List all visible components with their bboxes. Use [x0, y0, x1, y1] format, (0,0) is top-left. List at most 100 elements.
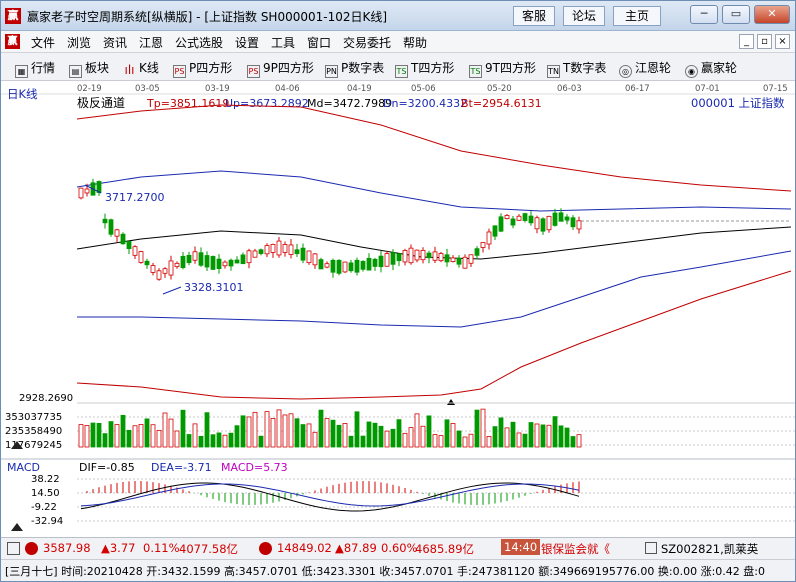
candle — [444, 254, 450, 263]
candle — [126, 240, 132, 250]
date-tick: 06-17 — [625, 84, 650, 94]
tool-winner-wheel-label: 赢家轮 — [701, 61, 738, 75]
menu-file[interactable]: 文件 — [31, 34, 55, 51]
volume-bar — [492, 426, 498, 448]
date-tick: 05-06 — [411, 84, 436, 94]
app-logo-icon: 赢 — [5, 8, 21, 24]
menu-settings[interactable]: 设置 — [235, 34, 259, 51]
chart-area[interactable]: 02-19 03-05 03-19 04-06 04-19 05-06 05-20 06-03… — [1, 81, 795, 537]
ps-icon: PS — [173, 65, 186, 78]
app-window: 赢 赢家老子时空周期系统[纵横版] - [上证指数 SH000001-102日K… — [0, 0, 796, 582]
mdi-restore-button[interactable]: ▫ — [757, 34, 772, 49]
volume-bar — [228, 432, 234, 448]
volume-bar — [108, 421, 114, 448]
tool-gann-wheel[interactable]: ◎ 江恩轮 — [619, 59, 671, 78]
candle — [522, 213, 528, 221]
volume-bar — [174, 430, 180, 448]
ts9-icon: TS — [469, 65, 482, 78]
sh-index-value: 3587.98 — [43, 541, 91, 555]
mdi-minimize-button[interactable]: _ — [739, 34, 754, 49]
tool-p-table[interactable]: PN P数字表 — [325, 59, 384, 78]
volume-bar — [270, 418, 276, 448]
minimize-button[interactable]: ─ — [690, 5, 718, 24]
candle — [384, 253, 390, 267]
title-bar[interactable]: 赢 赢家老子时空周期系统[纵横版] - [上证指数 SH000001-102日K… — [1, 1, 795, 31]
candle — [192, 251, 198, 261]
menu-bar: 赢 文件 浏览 资讯 江恩 公式选股 设置 工具 窗口 交易委托 帮助 _ ▫ … — [1, 31, 795, 53]
volume-bar — [84, 425, 90, 448]
volume-bar — [480, 408, 486, 448]
volume-bar — [258, 435, 264, 448]
menu-help[interactable]: 帮助 — [403, 34, 427, 51]
volume-bar — [564, 427, 570, 448]
candle — [366, 257, 372, 271]
bottom-price-label: 2928.2690 — [19, 393, 73, 404]
candle — [144, 260, 150, 266]
volume-bar — [282, 414, 288, 448]
indicator-bt: Bt=2954.6131 — [461, 97, 542, 110]
tool-quotes-label: 行情 — [31, 61, 56, 75]
macd-value: MACD=5.73 — [221, 461, 288, 474]
volume-bar — [78, 424, 84, 448]
indicator-dn: Dn=3200.4332 — [383, 97, 467, 110]
candle — [546, 215, 552, 231]
candle — [282, 244, 288, 253]
grid-icon[interactable] — [7, 542, 20, 555]
tool-9p-square[interactable]: PS 9P四方形 — [247, 59, 314, 78]
macd-axis-3: -9.22 — [31, 502, 57, 513]
candle — [354, 259, 360, 273]
indicator-up: Up=3673.2892 — [225, 97, 309, 110]
candle — [342, 261, 348, 273]
tool-9t-square[interactable]: TS 9T四方形 — [469, 59, 536, 78]
service-link[interactable]: 客服 — [513, 6, 555, 26]
menu-tools[interactable]: 工具 — [271, 34, 295, 51]
menu-formula-picker[interactable]: 公式选股 — [175, 34, 223, 51]
volume-bar — [306, 423, 312, 448]
macd-collapse-icon[interactable] — [11, 523, 23, 531]
menu-browse[interactable]: 浏览 — [67, 34, 91, 51]
tool-t-table[interactable]: TN T数字表 — [547, 59, 606, 78]
tool-winner-wheel[interactable]: ◉ 赢家轮 — [685, 59, 737, 78]
candle — [168, 260, 174, 276]
volume-bar — [504, 427, 510, 448]
volume-bar — [450, 423, 456, 448]
menu-trade-order[interactable]: 交易委托 — [343, 34, 391, 51]
tool-t-square[interactable]: TS T四方形 — [395, 59, 454, 78]
menu-news[interactable]: 资讯 — [103, 34, 127, 51]
candle — [204, 255, 210, 268]
volume-bar — [288, 413, 294, 448]
candle — [540, 218, 546, 232]
volume-bar — [186, 434, 192, 448]
menu-gann[interactable]: 江恩 — [139, 34, 163, 51]
close-button[interactable]: ✕ — [754, 5, 790, 24]
tool-quotes[interactable]: ▦ 行情 — [15, 59, 55, 78]
bar-info-status: [三月十七] 时间:20210428 开:3432.1599 高:3457.07… — [1, 559, 795, 581]
tool-sectors[interactable]: ▤ 板块 — [69, 59, 109, 78]
menu-window[interactable]: 窗口 — [307, 34, 331, 51]
candle — [408, 247, 414, 264]
maximize-button[interactable]: ▭ — [722, 5, 750, 24]
mdi-close-button[interactable]: × — [775, 34, 790, 49]
macd-dea-line — [80, 483, 580, 507]
tool-p-square[interactable]: PS P四方形 — [173, 59, 232, 78]
volume-bar — [456, 430, 462, 448]
news-ticker[interactable]: 银保监会就《 — [541, 541, 610, 557]
tool-p-table-label: P数字表 — [341, 61, 385, 75]
volume-bar — [414, 413, 420, 448]
forum-link[interactable]: 论坛 — [563, 6, 605, 26]
tool-kline[interactable]: ılı K线 — [123, 59, 158, 78]
news-time: 14:40 — [501, 539, 541, 555]
candle — [360, 261, 366, 270]
tool-9t-square-label: 9T四方形 — [485, 61, 536, 75]
homepage-link[interactable]: 主页 — [613, 6, 661, 26]
candle — [174, 262, 180, 268]
winner-wheel-icon: ◉ — [685, 65, 698, 78]
candle — [486, 231, 492, 245]
volume-bar — [342, 423, 348, 448]
volume-bar — [312, 431, 318, 448]
candle — [468, 254, 474, 264]
candle — [438, 253, 444, 262]
blocks-icon: ▤ — [69, 65, 82, 78]
stock-code[interactable]: SZ002821,凯莱英 — [661, 541, 758, 557]
volume-bar — [90, 422, 96, 448]
